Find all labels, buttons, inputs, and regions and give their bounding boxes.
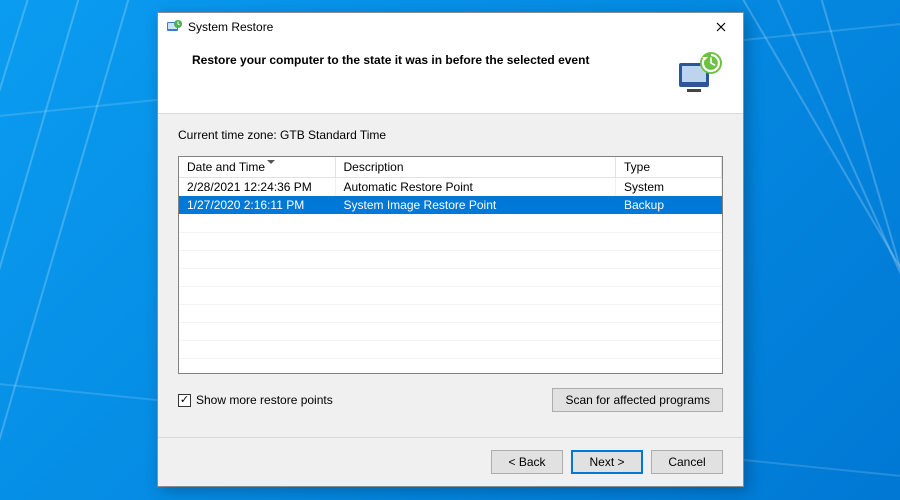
table-header-row: Date and Time Description Type: [179, 157, 722, 178]
close-icon: [716, 22, 726, 32]
timezone-label: Current time zone: GTB Standard Time: [178, 128, 723, 142]
scan-affected-button[interactable]: Scan for affected programs: [552, 388, 723, 412]
column-header-date[interactable]: Date and Time: [179, 157, 335, 178]
content-area: Current time zone: GTB Standard Time Dat…: [158, 114, 743, 437]
header-text: Restore your computer to the state it wa…: [192, 49, 663, 67]
back-button[interactable]: < Back: [491, 450, 563, 474]
cell-type: System: [616, 178, 722, 197]
cell-description: System Image Restore Point: [335, 196, 616, 214]
wizard-footer: < Back Next > Cancel: [158, 438, 743, 486]
checkbox-label: Show more restore points: [196, 393, 333, 407]
cell-description: Automatic Restore Point: [335, 178, 616, 197]
table-row[interactable]: 2/28/2021 12:24:36 PM Automatic Restore …: [179, 178, 722, 197]
cancel-button[interactable]: Cancel: [651, 450, 723, 474]
cell-date: 2/28/2021 12:24:36 PM: [179, 178, 335, 197]
system-restore-icon: [166, 19, 182, 35]
column-header-type[interactable]: Type: [616, 157, 722, 178]
restore-points-table: Date and Time Description Type 2/28/2021…: [178, 156, 723, 374]
cell-date: 1/27/2020 2:16:11 PM: [179, 196, 335, 214]
table-row[interactable]: 1/27/2020 2:16:11 PM System Image Restor…: [179, 196, 722, 214]
cell-type: Backup: [616, 196, 722, 214]
close-button[interactable]: [699, 13, 743, 41]
titlebar-title: System Restore: [188, 20, 273, 34]
restore-header-icon: [675, 49, 723, 97]
next-button[interactable]: Next >: [571, 450, 643, 474]
system-restore-dialog: System Restore Restore your computer to …: [157, 12, 744, 487]
column-header-description[interactable]: Description: [335, 157, 616, 178]
checkbox-icon: ✓: [178, 394, 191, 407]
header: Restore your computer to the state it wa…: [158, 41, 743, 113]
titlebar: System Restore: [158, 13, 743, 41]
show-more-checkbox[interactable]: ✓ Show more restore points: [178, 393, 333, 407]
